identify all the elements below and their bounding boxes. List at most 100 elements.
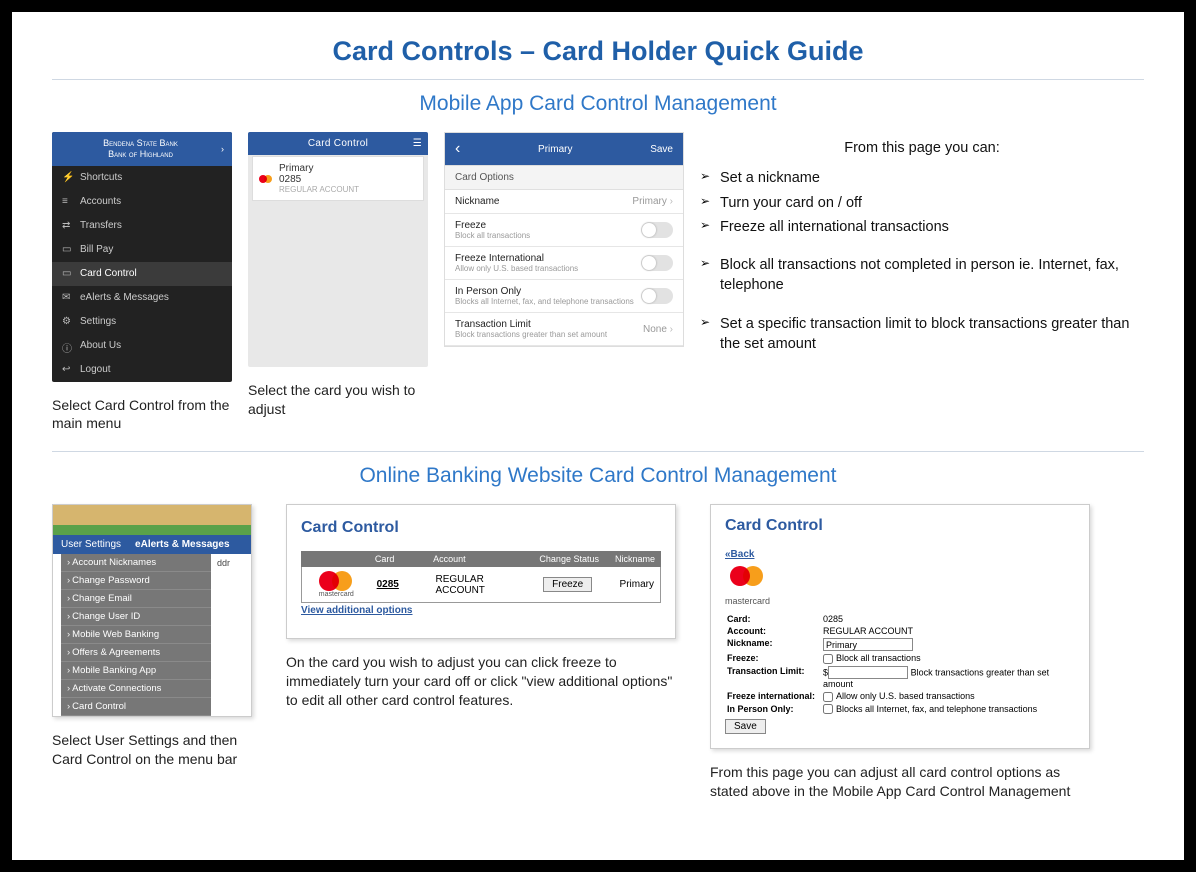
txlimit-label: Transaction Limit: xyxy=(727,666,821,689)
inperson-cb-label: Blocks all Internet, fax, and telephone … xyxy=(836,704,1037,714)
inperson-label: In Person Only xyxy=(455,286,634,297)
card-type: REGULAR ACCOUNT xyxy=(279,185,359,194)
menu-about[interactable]: ⓘAbout Us xyxy=(52,334,232,358)
card-list-item[interactable]: Primary 0285 REGULAR ACCOUNT xyxy=(252,156,424,201)
account-name: REGULAR ACCOUNT xyxy=(429,570,537,600)
hamburger-icon[interactable]: ☰ xyxy=(413,138,422,149)
dd-change-email[interactable]: Change Email xyxy=(61,590,211,608)
dd-mobile-web[interactable]: Mobile Web Banking xyxy=(61,626,211,644)
page-title: Card Controls – Card Holder Quick Guide xyxy=(52,36,1144,67)
bullets-intro: From this page you can: xyxy=(700,138,1144,158)
row-freeze[interactable]: FreezeBlock all transactions xyxy=(445,214,683,247)
divider xyxy=(52,451,1144,452)
menu-settings[interactable]: ⚙ Settings xyxy=(52,310,232,334)
txlimit-label: Transaction Limit xyxy=(455,319,607,330)
dd-account-nicknames[interactable]: Account Nicknames xyxy=(61,554,211,572)
chevron-right-icon: › xyxy=(670,324,673,335)
nickname-value: Primary xyxy=(632,196,666,207)
mastercard-icon xyxy=(319,571,353,591)
toggle-freeze-intl[interactable] xyxy=(641,255,673,271)
account-value: REGULAR ACCOUNT xyxy=(823,626,1073,636)
freeze-intl-cb-label: Allow only U.S. based transactions xyxy=(836,691,975,701)
bank-header: Bendena State Bank Bank of Highland xyxy=(103,138,178,160)
chevron-right-icon[interactable]: › xyxy=(221,144,224,154)
inperson-checkbox[interactable] xyxy=(823,704,833,714)
dd-activate-connections[interactable]: Activate Connections xyxy=(61,680,211,698)
card-link[interactable]: 0285 xyxy=(377,579,399,590)
freeze-button[interactable]: Freeze xyxy=(543,577,592,592)
dd-change-password[interactable]: Change Password xyxy=(61,572,211,590)
sshot2-caption: On the card you wish to adjust you can c… xyxy=(286,653,686,710)
view-additional-options-link[interactable]: View additional options xyxy=(301,605,413,616)
dd-mobile-app[interactable]: Mobile Banking App xyxy=(61,662,211,680)
freeze-intl-checkbox[interactable] xyxy=(823,692,833,702)
page: Card Controls – Card Holder Quick Guide … xyxy=(12,12,1184,860)
inperson-label: In Person Only: xyxy=(727,704,821,715)
web-card-control-list: Card Control Card Account Change Status … xyxy=(286,504,676,639)
sshot3-caption: From this page you can adjust all card c… xyxy=(710,763,1100,801)
sshot1-caption: Select User Settings and then Card Contr… xyxy=(52,731,262,769)
list-icon: ≡ xyxy=(62,196,74,208)
freeze-intl-sub: Allow only U.S. based transactions xyxy=(455,264,578,273)
mastercard-label: mastercard xyxy=(725,596,770,606)
card-last4: 0285 xyxy=(279,174,359,185)
phone-card-list: Card Control ☰ Primary 0285 REGULAR ACCO… xyxy=(248,132,428,367)
nav-bar: User Settings eAlerts & Messages xyxy=(53,535,251,554)
menu-accounts[interactable]: ≡ Accounts xyxy=(52,190,232,214)
mastercard-icon xyxy=(259,174,273,184)
divider xyxy=(52,79,1144,80)
dd-change-user-id[interactable]: Change User ID xyxy=(61,608,211,626)
section-web-heading: Online Banking Website Card Control Mana… xyxy=(52,464,1144,488)
menu-label: Settings xyxy=(80,316,116,327)
menu-shortcuts[interactable]: ⚡Shortcuts xyxy=(52,166,232,190)
transfers-icon: ⇄ xyxy=(62,220,74,232)
info-icon: ⓘ xyxy=(62,340,74,352)
txlimit-sub: Block transactions greater than set amou… xyxy=(455,330,607,339)
menu-label: eAlerts & Messages xyxy=(80,292,169,303)
mastercard-label: mastercard xyxy=(319,591,354,598)
mobile-section-row: Bendena State Bank Bank of Highland › ⚡S… xyxy=(52,132,1144,433)
row-freeze-intl[interactable]: Freeze InternationalAllow only U.S. base… xyxy=(445,247,683,280)
menu-label: Accounts xyxy=(80,196,121,207)
save-button[interactable]: Save xyxy=(725,719,766,734)
web-card-control-form: Card Control «Back mastercard Card:0285 … xyxy=(710,504,1090,749)
menu-label: Card Control xyxy=(80,268,137,279)
freeze-checkbox[interactable] xyxy=(823,654,833,664)
save-button[interactable]: Save xyxy=(650,144,673,155)
user-settings-dropdown: Account Nicknames Change Password Change… xyxy=(61,554,211,716)
row-inperson[interactable]: In Person OnlyBlocks all Internet, fax, … xyxy=(445,280,683,313)
menu-transfers[interactable]: ⇄Transfers xyxy=(52,214,232,238)
nickname-input[interactable] xyxy=(823,638,913,651)
back-link[interactable]: «Back xyxy=(725,549,754,560)
dd-card-control[interactable]: Card Control xyxy=(61,698,211,716)
row-txlimit[interactable]: Transaction LimitBlock transactions grea… xyxy=(445,313,683,346)
menu-logout[interactable]: ↩Logout xyxy=(52,358,232,382)
toggle-freeze[interactable] xyxy=(641,222,673,238)
txlimit-input[interactable] xyxy=(828,666,908,679)
toggle-inperson[interactable] xyxy=(641,288,673,304)
inperson-sub: Blocks all Internet, fax, and telephone … xyxy=(455,297,634,306)
back-icon[interactable]: ‹ xyxy=(455,140,460,158)
row-nickname[interactable]: Nickname Primary › xyxy=(445,190,683,214)
phone-main-menu: Bendena State Bank Bank of Highland › ⚡S… xyxy=(52,132,232,382)
nav-user-settings[interactable]: User Settings xyxy=(61,539,121,550)
th-account: Account xyxy=(427,551,533,567)
section-mobile-heading: Mobile App Card Control Management xyxy=(52,92,1144,116)
freeze-cb-label: Block all transactions xyxy=(836,653,921,663)
card-icon: ▭ xyxy=(62,268,74,280)
menu-billpay[interactable]: ▭Bill Pay xyxy=(52,238,232,262)
freeze-intl-label: Freeze international: xyxy=(727,691,821,702)
dd-offers[interactable]: Offers & Agreements xyxy=(61,644,211,662)
cc-title: Card Control xyxy=(725,517,1075,535)
mail-icon: ✉ xyxy=(62,292,74,304)
card-list-header: Card Control ☰ xyxy=(248,132,428,155)
phone-card-options: ‹ Primary Save Card Options Nickname Pri… xyxy=(444,132,684,347)
menu-ealerts[interactable]: ✉ eAlerts & Messages xyxy=(52,286,232,310)
menu-card-control[interactable]: ▭ Card Control xyxy=(52,262,232,286)
gear-icon: ⚙ xyxy=(62,316,74,328)
cc-title: Card Control xyxy=(301,519,661,537)
nav-ealerts[interactable]: eAlerts & Messages xyxy=(135,539,230,550)
nickname-label: Nickname xyxy=(455,196,499,207)
card-label: Card: xyxy=(727,614,821,624)
cc-table-row: mastercard 0285 REGULAR ACCOUNT Freeze P… xyxy=(301,567,661,603)
